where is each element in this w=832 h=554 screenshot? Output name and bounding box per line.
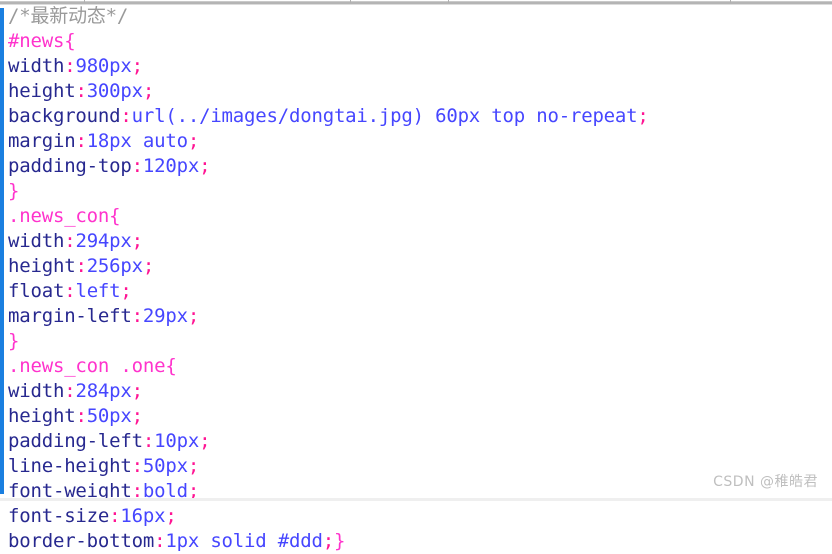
- code-line: .news_con{: [8, 204, 828, 229]
- code-token-value: 120px: [142, 155, 200, 177]
- code-token-value: 300px: [86, 80, 143, 102]
- code-token-value: 1px solid #ddd: [165, 530, 323, 552]
- code-token-punct: ;: [142, 80, 155, 102]
- code-token-prop: padding-top: [8, 155, 132, 177]
- code-token-prop: float: [8, 280, 65, 302]
- ruler-tick: [84, 0, 85, 3]
- code-token-prop: margin-left: [8, 305, 132, 327]
- code-token-punct: ;: [637, 105, 649, 127]
- code-token-punct: :: [120, 105, 132, 127]
- code-token-punct: :: [154, 530, 166, 552]
- code-token-value: 29px: [142, 305, 188, 327]
- ruler-tick: [448, 0, 449, 3]
- code-line: height:300px;: [8, 79, 828, 104]
- code-line: #news{: [8, 29, 828, 54]
- code-token-punct: ;: [131, 230, 143, 252]
- code-token-punct: ;: [131, 380, 143, 402]
- code-token-punct: :: [75, 255, 87, 277]
- code-token-prop: margin: [8, 130, 76, 152]
- code-line: height:50px;: [8, 404, 828, 429]
- code-token-punct: ;: [142, 255, 155, 277]
- code-token-prop: line-height: [8, 455, 132, 477]
- code-token-prop: background: [8, 105, 121, 127]
- code-token-brace: }: [8, 180, 20, 202]
- code-token-value: 50px: [142, 455, 188, 477]
- code-token-brace: {: [165, 355, 177, 377]
- code-token-punct: ;: [187, 455, 200, 477]
- code-line: .news_con .one{: [8, 354, 828, 379]
- code-token-prop: font-size: [8, 505, 110, 527]
- code-token-value: 256px: [86, 255, 143, 277]
- code-token-punct: ;: [199, 430, 211, 452]
- code-token-punct: ;: [187, 305, 200, 327]
- code-token-punct: ;: [199, 155, 211, 177]
- code-line: height:256px;: [8, 254, 828, 279]
- code-token-punct: :: [64, 55, 76, 77]
- code-line: padding-top:120px;: [8, 154, 828, 179]
- code-line: line-height:50px;: [8, 454, 828, 479]
- code-line: padding-left:10px;: [8, 429, 828, 454]
- code-token-value: 50px: [86, 405, 132, 427]
- ruler-tick: [730, 0, 731, 3]
- code-token-punct: :: [109, 505, 121, 527]
- code-token-punct: :: [75, 130, 87, 152]
- code-token-comment: /*最新动态*/: [8, 5, 129, 27]
- code-line: width:294px;: [8, 229, 828, 254]
- code-token-prop: width: [8, 380, 65, 402]
- code-token-prop: width: [8, 55, 65, 77]
- code-screenshot: /*最新动态*/#news{width:980px; height:300px; b…: [0, 0, 832, 552]
- code-token-punct: :: [64, 380, 76, 402]
- code-block: /*最新动态*/#news{width:980px; height:300px; b…: [8, 4, 828, 554]
- code-token-prop: border-bottom: [8, 530, 155, 552]
- code-line: background:url(../images/dongtai.jpg) 60…: [8, 104, 828, 129]
- code-token-punct: ;: [120, 280, 132, 302]
- code-token-punct: :: [64, 280, 76, 302]
- code-token-value: url(../images/dongtai.jpg) 60px top no-r…: [131, 105, 638, 127]
- code-token-brace: {: [64, 30, 76, 52]
- code-token-value: 18px auto: [86, 130, 188, 152]
- code-token-prop: height: [8, 405, 76, 427]
- code-line: width:980px;: [8, 54, 828, 79]
- code-token-punct: ;: [131, 55, 143, 77]
- code-token-value: 16px: [120, 505, 166, 527]
- code-line: margin:18px auto;: [8, 129, 828, 154]
- code-token-value: 284px: [75, 380, 132, 402]
- csdn-watermark: CSDN @稚皓君: [713, 474, 818, 490]
- code-token-punct: :: [131, 455, 143, 477]
- code-token-brace: }: [8, 330, 20, 352]
- code-line: width:284px;: [8, 379, 828, 404]
- code-line: border-bottom:1px solid #ddd;}: [8, 529, 828, 554]
- code-token-selector: #news: [8, 30, 65, 52]
- code-token-brace: }: [333, 530, 346, 552]
- code-token-punct: :: [64, 230, 76, 252]
- code-token-punct: :: [75, 405, 87, 427]
- code-token-punct: ;: [187, 130, 200, 152]
- code-token-punct: ;: [322, 530, 334, 552]
- code-token-brace: {: [109, 205, 121, 227]
- code-token-value: left: [75, 280, 121, 302]
- code-token-punct: :: [131, 305, 143, 327]
- code-line: /*最新动态*/: [8, 4, 828, 29]
- code-token-value: 294px: [75, 230, 132, 252]
- code-line: float:left;: [8, 279, 828, 304]
- code-token-prop: height: [8, 255, 76, 277]
- code-token-selector: .news_con .one: [8, 355, 166, 377]
- code-token-value: 980px: [75, 55, 132, 77]
- code-line: }: [8, 329, 828, 354]
- code-token-punct: ;: [131, 405, 143, 427]
- left-accent-bar: [0, 8, 4, 494]
- code-token-prop: padding-left: [8, 430, 143, 452]
- code-token-punct: :: [142, 430, 155, 452]
- code-line: margin-left:29px;: [8, 304, 828, 329]
- code-token-punct: ;: [165, 505, 177, 527]
- code-line: }: [8, 179, 828, 204]
- code-token-selector: .news_con: [8, 205, 110, 227]
- code-token-punct: :: [131, 155, 143, 177]
- code-token-prop: height: [8, 80, 76, 102]
- code-token-value: 10px: [154, 430, 200, 452]
- code-token-punct: :: [75, 80, 87, 102]
- ruler-tick: [350, 0, 351, 3]
- code-line: font-size:16px;: [8, 504, 828, 529]
- code-token-prop: width: [8, 230, 65, 252]
